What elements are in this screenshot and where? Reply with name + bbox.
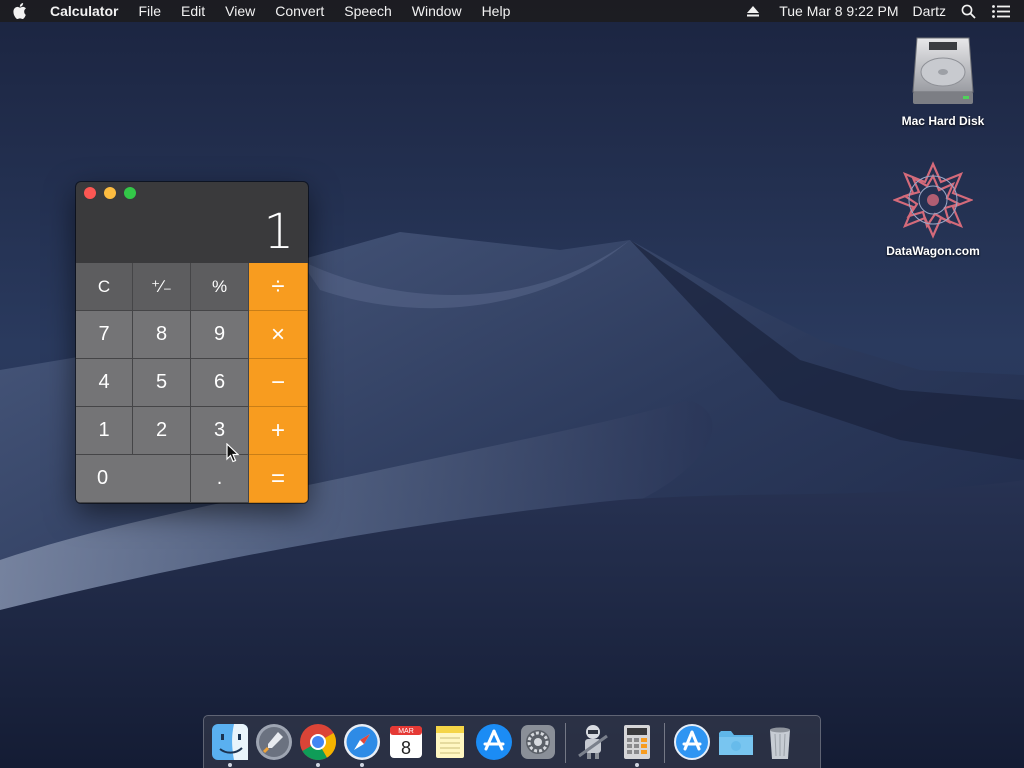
- mouse-pointer-icon: [226, 443, 240, 463]
- digit-7-button[interactable]: 7: [76, 311, 133, 359]
- desktop-icon-label: Mac Hard Disk: [901, 114, 985, 128]
- digit-1-button[interactable]: 1: [76, 407, 133, 455]
- desktop-icon-hard-disk[interactable]: Mac Hard Disk: [883, 30, 1003, 128]
- digit-8-button[interactable]: 8: [133, 311, 191, 359]
- hard-disk-icon: [903, 30, 983, 110]
- calendar-icon: MAR 8: [390, 726, 422, 758]
- add-button[interactable]: +: [249, 407, 308, 455]
- wolfram-star-icon: [891, 160, 975, 240]
- dock-notes[interactable]: [428, 719, 472, 767]
- menu-speech[interactable]: Speech: [334, 0, 401, 22]
- calendar-month-label: MAR: [398, 728, 414, 735]
- menu-view[interactable]: View: [215, 0, 265, 22]
- digit-4-button[interactable]: 4: [76, 359, 133, 407]
- digit-5-button[interactable]: 5: [133, 359, 191, 407]
- decimal-point-button[interactable]: .: [191, 455, 249, 503]
- dock-calculator[interactable]: [615, 719, 659, 767]
- spotlight-search-icon[interactable]: [953, 4, 984, 19]
- app-store-icon: [476, 724, 512, 760]
- close-window-button[interactable]: [84, 187, 96, 199]
- window-titlebar[interactable]: [76, 182, 308, 204]
- notes-icon: [436, 726, 464, 758]
- digit-2-button[interactable]: 2: [133, 407, 191, 455]
- calculator-display: 1: [263, 204, 294, 260]
- notification-center-icon[interactable]: [984, 4, 1024, 18]
- menu-app-name[interactable]: Calculator: [40, 0, 128, 22]
- clear-button[interactable]: C: [76, 263, 133, 311]
- calculator-window: 1 C ⁺∕₋ % ÷ 7 8 9 × 4 5 6 − 1 2 3 + 0 . …: [76, 182, 308, 503]
- menubar-user[interactable]: Dartz: [906, 0, 953, 22]
- finder-icon: [212, 724, 248, 760]
- calculator-keypad: C ⁺∕₋ % ÷ 7 8 9 × 4 5 6 − 1 2 3 + 0 . =: [76, 263, 308, 503]
- dock: MAR 8: [203, 715, 821, 768]
- automator-icon: [578, 725, 608, 759]
- folder-icon: [719, 731, 753, 755]
- digit-9-button[interactable]: 9: [191, 311, 249, 359]
- zoom-window-button[interactable]: [124, 187, 136, 199]
- menu-window[interactable]: Window: [402, 0, 472, 22]
- menu-bar: Calculator File Edit View Convert Speech…: [0, 0, 1024, 22]
- menu-file[interactable]: File: [128, 0, 171, 22]
- minimize-window-button[interactable]: [104, 187, 116, 199]
- dock-separator: [565, 723, 566, 763]
- dock-separator: [664, 723, 665, 763]
- dock-applications-stack[interactable]: [670, 719, 714, 767]
- calculator-icon: [624, 725, 650, 759]
- dock-safari[interactable]: [340, 719, 384, 767]
- menubar-clock[interactable]: Tue Mar 8 9:22 PM: [767, 0, 905, 22]
- dock-downloads-folder[interactable]: [714, 719, 758, 767]
- dock-automator[interactable]: [571, 719, 615, 767]
- subtract-button[interactable]: −: [249, 359, 308, 407]
- menu-convert[interactable]: Convert: [265, 0, 334, 22]
- menu-edit[interactable]: Edit: [171, 0, 215, 22]
- dock-chrome[interactable]: [296, 719, 340, 767]
- digit-0-button[interactable]: 0: [76, 455, 191, 503]
- percent-button[interactable]: %: [191, 263, 249, 311]
- dock-trash[interactable]: [758, 719, 802, 767]
- safari-icon: [344, 724, 380, 760]
- dock-system-preferences[interactable]: [516, 719, 560, 767]
- dock-finder[interactable]: [208, 719, 252, 767]
- launchpad-icon: [256, 724, 292, 760]
- desktop-icon-datawagon[interactable]: DataWagon.com: [873, 160, 993, 258]
- desktop-icon-label: DataWagon.com: [886, 244, 980, 258]
- dock-launchpad[interactable]: [252, 719, 296, 767]
- chrome-icon: [300, 724, 336, 761]
- app-store-folder-icon: [674, 724, 710, 760]
- digit-3-button[interactable]: 3: [191, 407, 249, 455]
- apple-menu-icon[interactable]: [0, 3, 40, 19]
- dock-calendar[interactable]: MAR 8: [384, 719, 428, 767]
- calendar-day-label: 8: [401, 738, 411, 758]
- divide-button[interactable]: ÷: [249, 263, 308, 311]
- digit-6-button[interactable]: 6: [191, 359, 249, 407]
- equals-button[interactable]: =: [249, 455, 308, 503]
- system-preferences-icon: [521, 725, 555, 759]
- multiply-button[interactable]: ×: [249, 311, 308, 359]
- sign-toggle-button[interactable]: ⁺∕₋: [133, 263, 191, 311]
- eject-icon[interactable]: [739, 5, 767, 17]
- dock-app-store[interactable]: [472, 719, 516, 767]
- menu-help[interactable]: Help: [472, 0, 521, 22]
- trash-icon: [770, 727, 790, 759]
